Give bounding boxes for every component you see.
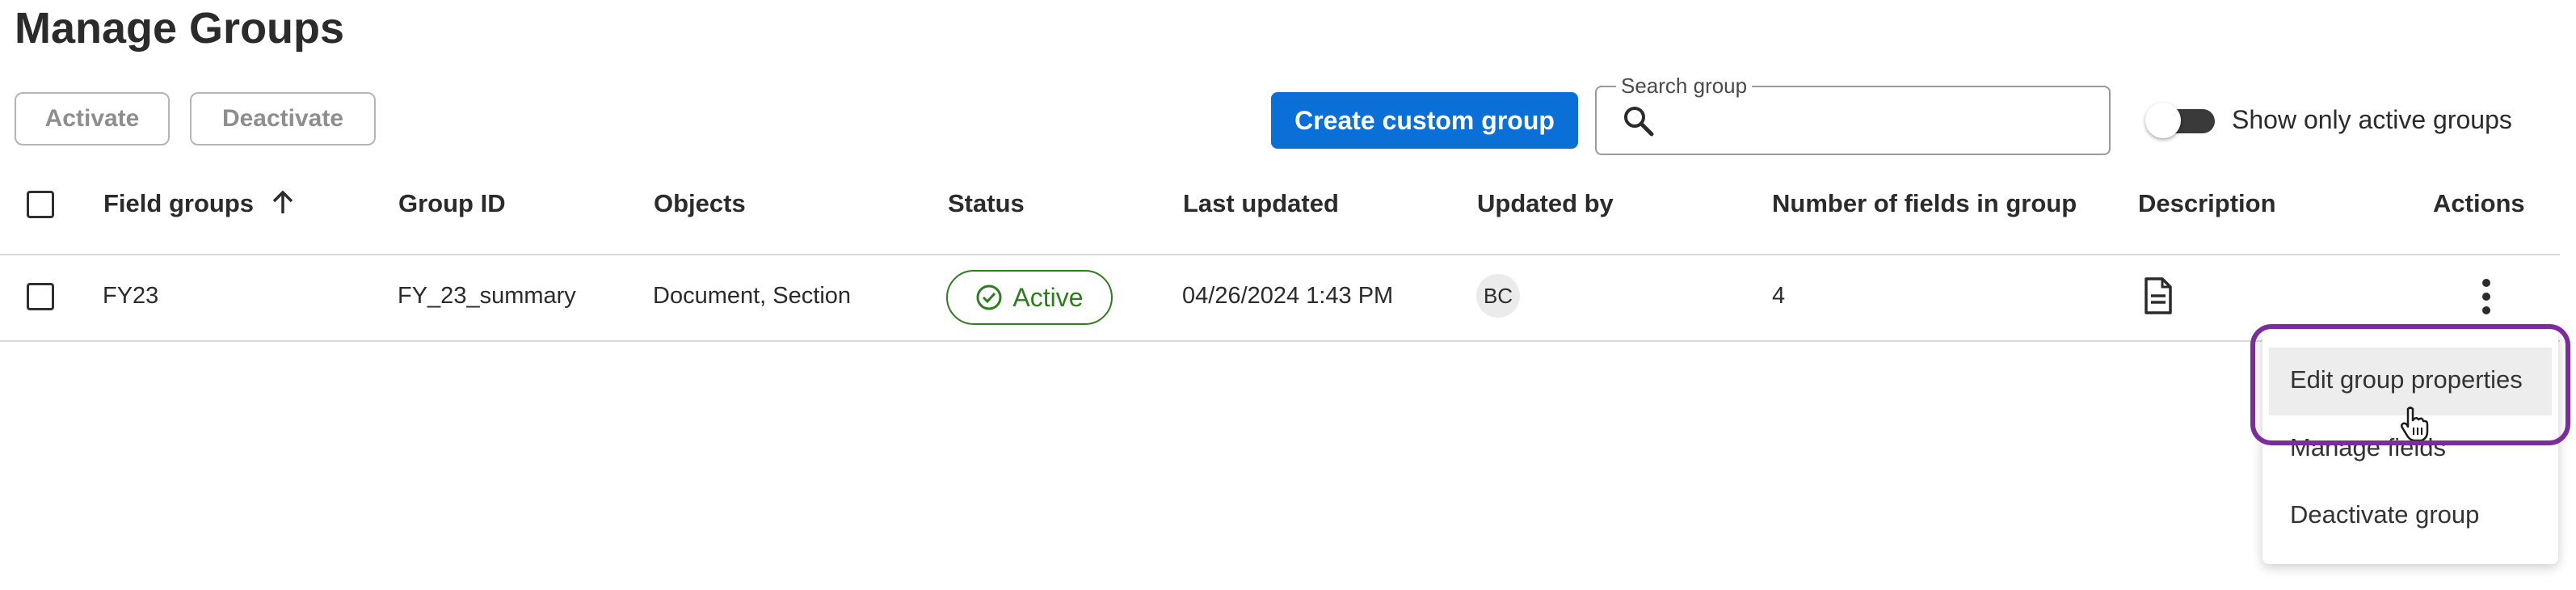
- column-header-last-updated[interactable]: Last updated: [1183, 189, 1339, 218]
- deactivate-button[interactable]: Deactivate: [190, 92, 376, 145]
- document-icon[interactable]: [2143, 276, 2174, 315]
- kebab-menu-icon[interactable]: [2476, 277, 2497, 316]
- sort-ascending-icon: [272, 190, 293, 213]
- column-header-status[interactable]: Status: [948, 189, 1025, 218]
- search-label: Search group: [1616, 74, 1753, 99]
- cell-group-id: FY_23_summary: [398, 283, 576, 309]
- row-divider: [0, 340, 2560, 342]
- show-active-toggle[interactable]: [2145, 103, 2215, 138]
- create-custom-group-button[interactable]: Create custom group: [1271, 92, 1578, 149]
- search-input[interactable]: Search group: [1595, 74, 2111, 155]
- menu-item-edit-group-properties[interactable]: Edit group properties: [2290, 365, 2523, 394]
- column-header-number-of-fields[interactable]: Number of fields in group: [1772, 189, 2077, 218]
- status-label: Active: [1012, 282, 1084, 312]
- select-all-checkbox[interactable]: [27, 191, 54, 218]
- activate-button[interactable]: Activate: [15, 92, 170, 145]
- column-header-actions: Actions: [2433, 189, 2525, 217]
- check-circle-icon: [976, 284, 1002, 310]
- column-header-description[interactable]: Description: [2138, 189, 2276, 218]
- column-header-updated-by[interactable]: Updated by: [1477, 189, 1614, 218]
- column-header-label: Field groups: [103, 189, 254, 217]
- hand-pointer-cursor-icon: [2400, 407, 2429, 442]
- row-checkbox[interactable]: [27, 283, 54, 310]
- cell-number-of-fields: 4: [1772, 283, 1786, 309]
- cell-objects: Document, Section: [653, 283, 852, 309]
- header-divider: [0, 254, 2560, 255]
- column-header-objects[interactable]: Objects: [654, 189, 746, 218]
- menu-item-deactivate-group[interactable]: Deactivate group: [2290, 500, 2479, 529]
- column-header-group-id[interactable]: Group ID: [398, 189, 506, 218]
- column-header-field-groups[interactable]: Field groups: [103, 189, 295, 218]
- cell-last-updated: 04/26/2024 1:43 PM: [1182, 283, 1394, 309]
- avatar: BC: [1476, 274, 1520, 318]
- page-title: Manage Groups: [15, 4, 345, 53]
- toggle-knob: [2145, 103, 2181, 138]
- actions-menu: Edit group properties Manage fields Deac…: [2262, 330, 2558, 564]
- cell-field-group: FY23: [103, 283, 159, 309]
- search-icon: [1624, 107, 1654, 137]
- status-badge: Active: [946, 270, 1113, 325]
- show-active-toggle-label: Show only active groups: [2232, 105, 2512, 134]
